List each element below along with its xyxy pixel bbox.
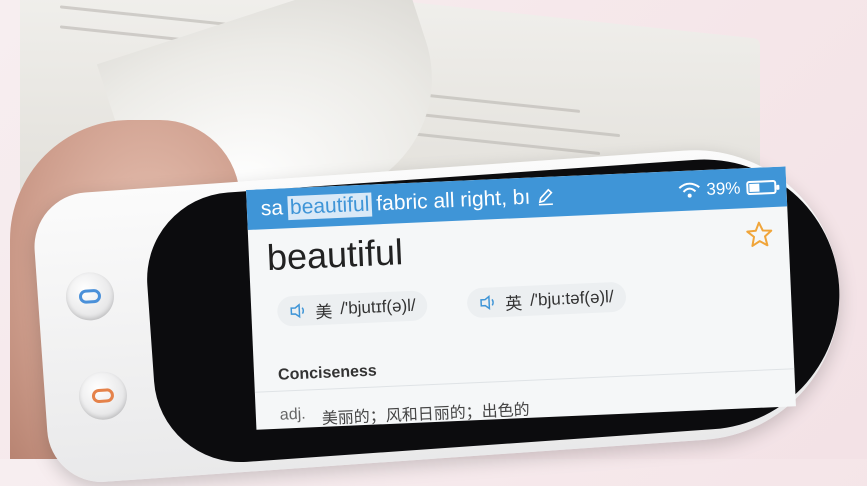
battery-icon: [746, 179, 777, 196]
part-of-speech: adj.: [279, 405, 307, 424]
wifi-icon: [678, 182, 700, 198]
scanned-text-prefix: sa: [260, 196, 284, 221]
status-indicators: 39%: [678, 167, 778, 211]
scanned-text[interactable]: sa beautiful fabric all right, bı: [246, 185, 554, 222]
pronunciation-us[interactable]: 美 /'bjutɪf(ə)l/: [276, 290, 429, 327]
speaker-icon: [290, 303, 305, 319]
record-button-icon: [91, 387, 115, 404]
pronunciation-uk-ipa: /'bju:təf(ə)l/: [529, 287, 614, 310]
pronunciation-us-ipa: /'bjutɪf(ə)l/: [339, 295, 417, 318]
highlighted-word[interactable]: beautiful: [287, 192, 372, 221]
scanned-text-suffix: fabric all right, bı: [375, 185, 531, 216]
side-button-scan[interactable]: [64, 270, 116, 322]
scan-button-icon: [78, 288, 102, 305]
speaker-icon: [480, 294, 494, 310]
side-button-record[interactable]: [77, 370, 129, 422]
pronunciation-uk-region: 英: [504, 293, 523, 314]
battery-percent: 39%: [705, 178, 741, 199]
headword: beautiful: [266, 231, 404, 279]
device-screen: sa beautiful fabric all right, bı 39% be…: [246, 166, 796, 430]
star-icon[interactable]: [744, 219, 775, 250]
pronunciation-uk[interactable]: 英 /'bju:təf(ə)l/: [466, 281, 627, 319]
edit-icon[interactable]: [536, 188, 555, 207]
section-title: Conciseness: [277, 362, 378, 384]
pronunciation-us-region: 美: [314, 301, 333, 322]
battery-fill: [749, 183, 760, 193]
